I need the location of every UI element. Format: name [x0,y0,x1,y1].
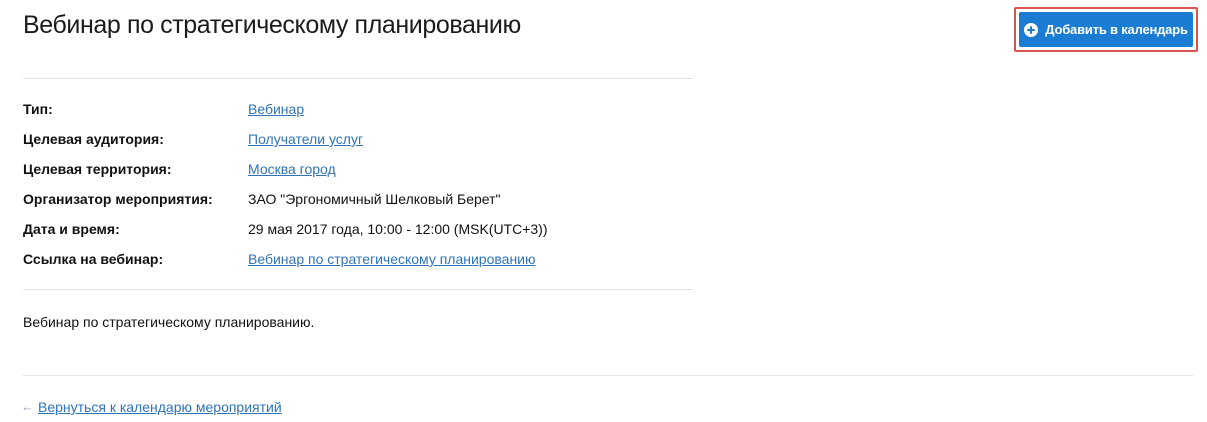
territory-link[interactable]: Москва город [248,156,336,182]
type-link[interactable]: Вебинар [248,96,304,122]
webinar-link[interactable]: Вебинар по стратегическому планированию [248,246,536,272]
add-to-calendar-highlight: Добавить в календарь [1014,7,1198,52]
page-title: Вебинар по стратегическому планированию [23,11,521,39]
add-to-calendar-label: Добавить в календарь [1045,22,1188,37]
detail-row-audience: Целевая аудитория: Получатели услуг [23,126,693,156]
organizer-value: ЗАО "Эргономичный Шелковый Берет" [248,191,501,207]
audience-link[interactable]: Получатели услуг [248,126,363,152]
detail-label: Организатор мероприятия: [23,191,213,207]
top-divider [23,78,693,79]
detail-row-territory: Целевая территория: Москва город [23,156,693,186]
add-to-calendar-button[interactable]: Добавить в календарь [1019,12,1193,47]
datetime-value: 29 мая 2017 года, 10:00 - 12:00 (MSK(UTC… [248,221,548,237]
detail-row-webinar-link: Ссылка на вебинар: Вебинар по стратегиче… [23,246,693,276]
back-to-calendar: ← Вернуться к календарю мероприятий [21,395,282,419]
event-description: Вебинар по стратегическому планированию. [23,314,315,330]
detail-label: Дата и время: [23,221,120,237]
detail-label: Целевая аудитория: [23,131,164,147]
back-to-calendar-link[interactable]: Вернуться к календарю мероприятий [38,395,282,419]
detail-row-datetime: Дата и время: 29 мая 2017 года, 10:00 - … [23,216,693,246]
detail-label: Целевая территория: [23,161,172,177]
detail-label: Ссылка на вебинар: [23,251,164,267]
detail-label: Тип: [23,101,53,117]
arrow-left-icon: ← [21,399,34,414]
detail-row-type: Тип: Вебинар [23,96,693,126]
detail-row-organizer: Организатор мероприятия: ЗАО "Эргономичн… [23,186,693,216]
footer-divider [23,375,1193,376]
plus-circle-icon [1024,22,1039,37]
event-details: Тип: Вебинар Целевая аудитория: Получате… [23,96,693,276]
details-divider [23,289,693,290]
